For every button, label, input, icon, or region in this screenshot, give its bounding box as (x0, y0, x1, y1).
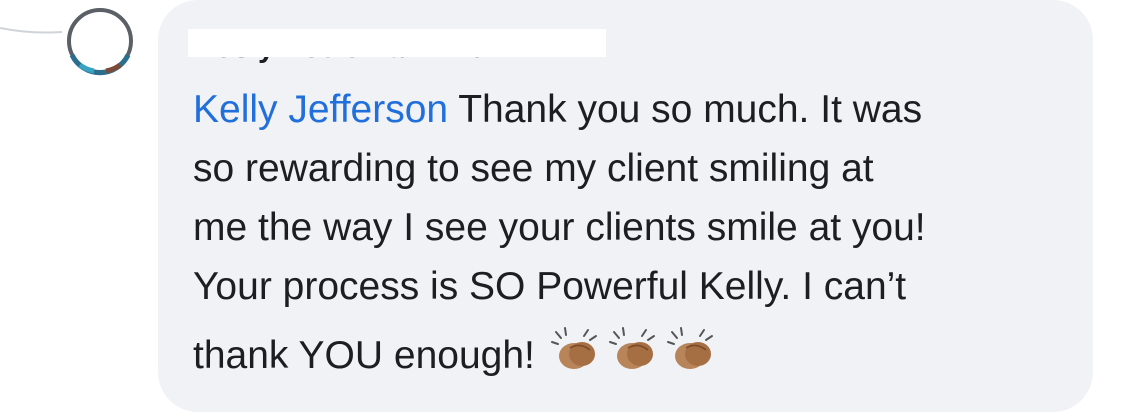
avatar[interactable] (60, 3, 140, 83)
clapping-hands-icon (550, 327, 597, 369)
clapping-hands-icon (666, 327, 713, 369)
comment-text: Kelly Jefferson Thank you so much. It wa… (193, 80, 1073, 385)
author-name-redaction (188, 29, 606, 57)
comment-last-line: thank YOU enough! (193, 326, 1073, 385)
mention-link[interactable]: Kelly Jefferson (193, 88, 448, 131)
comment-line-4: Your process is SO Powerful Kelly. I can… (193, 265, 907, 308)
comment-line-1: Thank you so much. It was (448, 88, 923, 131)
comment-line-2: so rewarding to see my client smiling at (193, 147, 874, 190)
comment-line-5: thank YOU enough! (193, 334, 546, 377)
clapping-hands-icon (608, 327, 655, 369)
comment-line-3: me the way I see your clients smile at y… (193, 206, 926, 249)
